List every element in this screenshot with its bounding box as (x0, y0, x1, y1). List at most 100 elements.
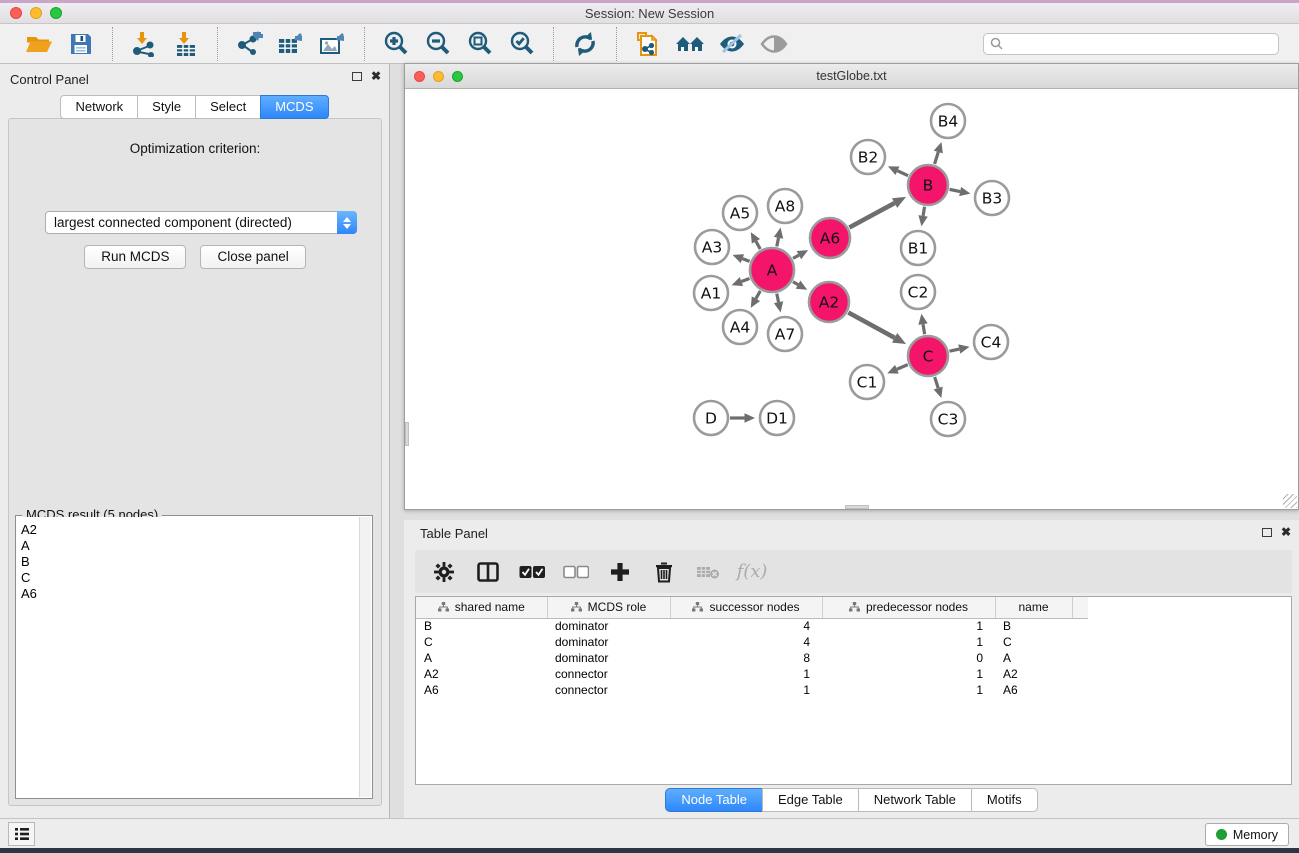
memory-button[interactable]: Memory (1205, 823, 1289, 846)
cell-MCDS-role[interactable]: dominator (547, 650, 670, 666)
cell-name[interactable]: A (995, 650, 1072, 666)
new-network-from-selection-icon[interactable] (627, 28, 669, 60)
result-item[interactable]: C (21, 570, 359, 586)
cell-successor-nodes[interactable]: 1 (670, 666, 822, 682)
graph-node-A7[interactable]: A7 (768, 317, 802, 351)
table-row[interactable]: A6connector11A6 (416, 682, 1088, 698)
cell-predecessor-nodes[interactable]: 1 (822, 682, 995, 698)
app-titlebar[interactable]: Session: New Session (0, 3, 1299, 24)
graph-node-A8[interactable]: A8 (768, 189, 802, 223)
cell-MCDS-role[interactable]: dominator (547, 634, 670, 650)
tab-node-table[interactable]: Node Table (665, 788, 762, 812)
delete-columns-trash-icon[interactable] (645, 555, 683, 589)
export-network-icon[interactable] (228, 28, 270, 60)
tab-network-table[interactable]: Network Table (858, 788, 971, 812)
graph-node-D[interactable]: D (694, 401, 728, 435)
graph-edge-A-A4[interactable] (756, 291, 760, 299)
graph-node-B1[interactable]: B1 (901, 231, 935, 265)
graph-edge-C-C4[interactable] (949, 349, 959, 351)
column-header-successor-nodes[interactable]: successor nodes (670, 597, 822, 618)
zoom-selected-icon[interactable] (501, 28, 543, 60)
open-session-icon[interactable] (18, 28, 60, 60)
graph-edge-B-B4[interactable] (935, 152, 939, 164)
import-table-icon[interactable] (165, 28, 207, 60)
table-row[interactable]: Cdominator41C (416, 634, 1088, 650)
graph-edge-A-A2[interactable] (793, 282, 798, 285)
graph-node-A3[interactable]: A3 (695, 230, 729, 264)
export-image-icon[interactable] (312, 28, 354, 60)
tab-network[interactable]: Network (60, 95, 137, 119)
mcds-result-list[interactable]: A2ABCA6 (17, 517, 359, 797)
graph-node-A6[interactable]: A6 (810, 218, 850, 258)
cell-successor-nodes[interactable]: 8 (670, 650, 822, 666)
cell-predecessor-nodes[interactable]: 1 (822, 618, 995, 634)
result-scrollbar[interactable] (359, 517, 371, 797)
import-network-icon[interactable] (123, 28, 165, 60)
cell-name[interactable]: C (995, 634, 1072, 650)
graph-node-B4[interactable]: B4 (931, 104, 965, 138)
graph-edge-C-C1[interactable] (897, 365, 908, 370)
float-table-panel-icon[interactable] (1262, 528, 1272, 537)
graph-edge-A-A5[interactable] (756, 241, 760, 249)
graph-edge-B-B1[interactable] (923, 207, 924, 216)
zoom-out-icon[interactable] (417, 28, 459, 60)
float-panel-icon[interactable] (352, 72, 362, 81)
select-all-columns-icon[interactable] (513, 555, 551, 589)
close-panel-button[interactable]: Close panel (200, 245, 305, 269)
cell-MCDS-role[interactable]: connector (547, 666, 670, 682)
canvas-splitter-handle-left[interactable] (405, 422, 409, 446)
show-graphics-details-icon[interactable] (753, 28, 795, 60)
network-graph[interactable]: B4B2BB3A5A8A6B1A3AC2A1A2A4A7C4CC1C3DD1 (405, 89, 1298, 509)
first-neighbors-home-icon[interactable] (669, 28, 711, 60)
cell-shared-name[interactable]: A (416, 650, 547, 666)
result-item[interactable]: A2 (21, 522, 359, 538)
cell-name[interactable]: B (995, 618, 1072, 634)
hide-graphics-details-icon[interactable] (711, 28, 753, 60)
tab-mcds[interactable]: MCDS (260, 95, 328, 119)
cell-name[interactable]: A6 (995, 682, 1072, 698)
zoom-fit-icon[interactable] (459, 28, 501, 60)
graph-edge-A-A8[interactable] (777, 238, 779, 247)
graph-edge-C-C2[interactable] (923, 324, 925, 334)
cell-MCDS-role[interactable]: connector (547, 682, 670, 698)
graph-edge-C-C3[interactable] (935, 377, 939, 388)
task-history-button[interactable] (8, 822, 35, 846)
node-table[interactable]: shared nameMCDS rolesuccessor nodesprede… (415, 596, 1292, 785)
graph-node-C3[interactable]: C3 (931, 402, 965, 436)
cell-shared-name[interactable]: A2 (416, 666, 547, 682)
cell-predecessor-nodes[interactable]: 1 (822, 634, 995, 650)
network-canvas[interactable]: B4B2BB3A5A8A6B1A3AC2A1A2A4A7C4CC1C3DD1 (405, 89, 1298, 509)
window-resize-grip[interactable] (1283, 494, 1297, 508)
table-options-gear-icon[interactable] (425, 555, 463, 589)
result-item[interactable]: A6 (21, 586, 359, 602)
canvas-splitter-handle-bottom[interactable] (845, 505, 869, 509)
cell-shared-name[interactable]: A6 (416, 682, 547, 698)
graph-edge-A6-B[interactable] (849, 203, 894, 227)
cell-successor-nodes[interactable]: 4 (670, 618, 822, 634)
graph-node-B2[interactable]: B2 (851, 140, 885, 174)
search-input[interactable] (1008, 37, 1272, 51)
graph-node-B[interactable]: B (908, 165, 948, 205)
column-header-name[interactable]: name (995, 597, 1072, 618)
cell-successor-nodes[interactable]: 4 (670, 634, 822, 650)
table-row[interactable]: A2connector11A2 (416, 666, 1088, 682)
cell-predecessor-nodes[interactable]: 0 (822, 650, 995, 666)
cell-name[interactable]: A2 (995, 666, 1072, 682)
graph-node-C2[interactable]: C2 (901, 275, 935, 309)
table-row[interactable]: Adominator80A (416, 650, 1088, 666)
graph-node-A[interactable]: A (750, 248, 794, 292)
cell-shared-name[interactable]: B (416, 618, 547, 634)
result-item[interactable]: A (21, 538, 359, 554)
cell-predecessor-nodes[interactable]: 1 (822, 666, 995, 682)
graph-node-A1[interactable]: A1 (694, 276, 728, 310)
cell-successor-nodes[interactable]: 1 (670, 682, 822, 698)
tab-edge-table[interactable]: Edge Table (762, 788, 858, 812)
unselect-all-columns-icon[interactable] (557, 555, 595, 589)
run-mcds-button[interactable]: Run MCDS (84, 245, 186, 269)
search-box[interactable] (983, 33, 1279, 55)
graph-edge-A-A3[interactable] (742, 259, 749, 262)
optimization-criterion-select[interactable]: largest connected component (directed) (45, 211, 357, 234)
result-item[interactable]: B (21, 554, 359, 570)
graph-node-A4[interactable]: A4 (723, 310, 757, 344)
tab-select[interactable]: Select (195, 95, 260, 119)
